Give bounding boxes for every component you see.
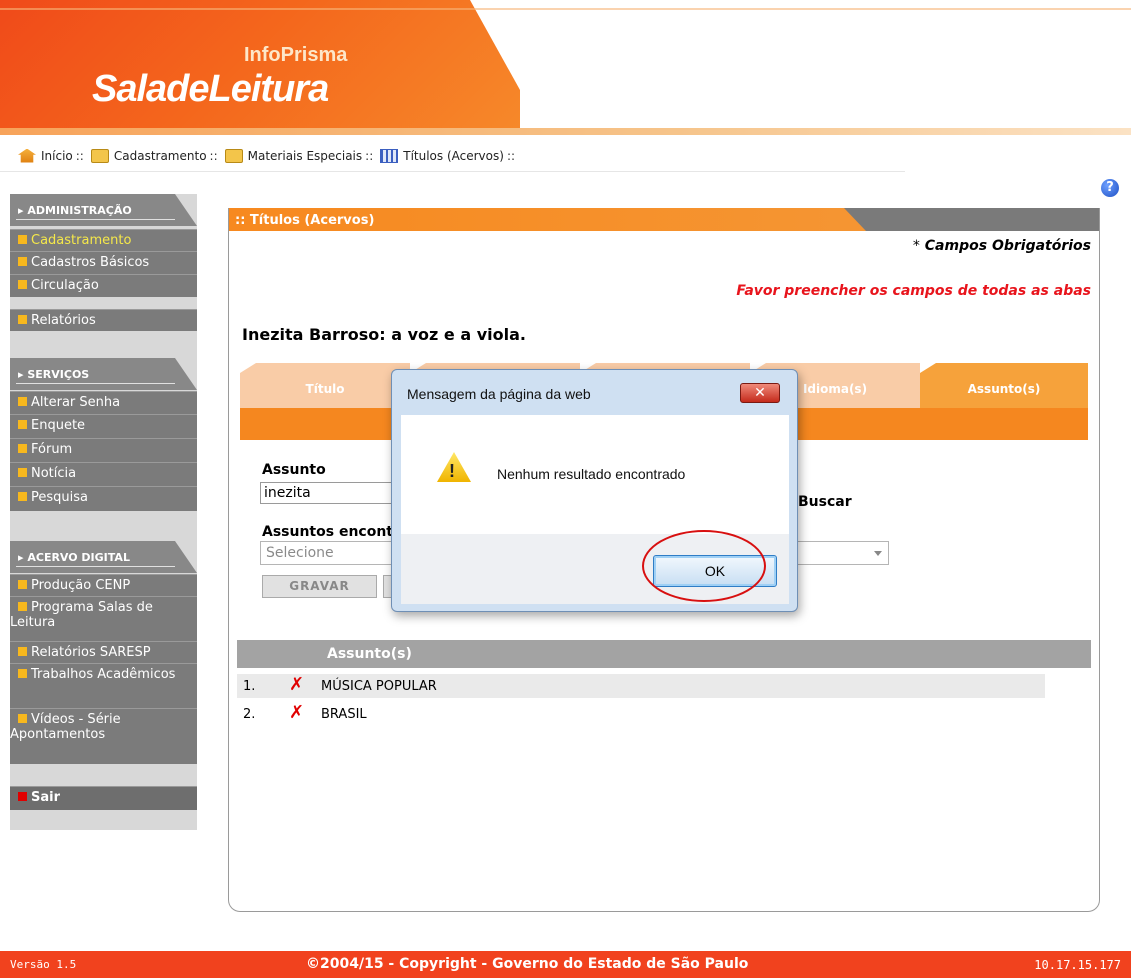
home-icon[interactable] xyxy=(18,148,36,163)
subjects-header: Assunto(s) xyxy=(237,640,1091,668)
sidebar-section-acervo-digital: ▸ ACERVO DIGITAL xyxy=(10,541,197,573)
breadcrumb-separator: :: xyxy=(75,148,84,163)
panel-title-text: :: Títulos (Acervos) xyxy=(235,213,375,228)
subject-name: BRASIL xyxy=(321,707,367,722)
sidebar-section-administracao: ▸ ADMINISTRAÇÃO xyxy=(10,194,197,226)
bullet-icon xyxy=(18,647,27,656)
subject-number: 1. xyxy=(243,679,256,694)
panel-title-accent xyxy=(844,208,1099,231)
tab-titulo[interactable]: Título xyxy=(240,363,410,408)
version-text: Versão 1.5 xyxy=(10,958,77,971)
found-label: Assuntos encontrados xyxy=(262,524,397,540)
breadcrumb-separator: :: xyxy=(209,148,218,163)
folder-icon xyxy=(224,148,243,163)
assunto-label: Assunto xyxy=(262,462,326,478)
bullet-icon xyxy=(18,714,27,723)
sidebar-item-cadastramento[interactable]: Cadastramento xyxy=(10,229,197,251)
warning-mark: ! xyxy=(449,461,455,481)
dialog-title: Mensagem da página da web xyxy=(407,386,591,402)
bullet-icon xyxy=(18,397,27,406)
bullet-icon xyxy=(18,602,27,611)
dialog-message: Nenhum resultado encontrado xyxy=(497,466,686,482)
breadcrumb-titulos[interactable]: Títulos (Acervos) xyxy=(403,149,504,163)
book-title: Inezita Barroso: a voz e a viola. xyxy=(242,325,526,344)
sidebar-item-noticia[interactable]: Notícia xyxy=(10,462,197,486)
gravar-button[interactable]: GRAVAR xyxy=(262,575,377,598)
sidebar-item-relatorios[interactable]: Relatórios xyxy=(10,309,197,331)
breadcrumb-separator: :: xyxy=(506,148,516,163)
bullet-icon xyxy=(18,444,27,453)
sidebar-item-videos[interactable]: Vídeos - Série Apontamentos xyxy=(10,708,197,764)
logout-button[interactable]: Sair xyxy=(10,786,197,810)
help-icon[interactable]: ? xyxy=(1101,179,1119,197)
sidebar-item-pesquisa[interactable]: Pesquisa xyxy=(10,486,197,511)
brand-logo: SaladeLeitura xyxy=(92,68,329,110)
sidebar-item-trabalhos-academicos[interactable]: Trabalhos Acadêmicos xyxy=(10,663,197,708)
breadcrumb-materiais[interactable]: Materiais Especiais xyxy=(248,149,363,163)
header-streak xyxy=(0,128,1131,135)
subject-name: MÚSICA POPULAR xyxy=(321,679,437,694)
copyright-text: ©2004/15 - Copyright - Governo do Estado… xyxy=(306,956,749,972)
folder-icon xyxy=(90,148,109,163)
bullet-icon xyxy=(18,580,27,589)
header-line xyxy=(0,8,1131,10)
bullet-icon xyxy=(18,792,27,801)
sidebar-section-servicos: ▸ SERVIÇOS xyxy=(10,358,197,390)
sidebar-item-programa-salas[interactable]: Programa Salas de Leitura xyxy=(10,596,197,641)
sidebar-item-enquete[interactable]: Enquete xyxy=(10,414,197,438)
bullet-icon xyxy=(18,468,27,477)
found-select[interactable]: Selecione xyxy=(260,541,400,565)
assunto-input[interactable]: inezita xyxy=(260,482,410,504)
sidebar: ▸ ADMINISTRAÇÃO Cadastramento Cadastros … xyxy=(10,194,197,830)
sidebar-item-cadastros-basicos[interactable]: Cadastros Básicos xyxy=(10,251,197,274)
subject-row: 1. ✗ MÚSICA POPULAR xyxy=(237,674,1045,698)
bullet-icon xyxy=(18,235,27,244)
chevron-down-icon xyxy=(874,551,882,556)
bullet-icon xyxy=(18,315,27,324)
found-select-dropdown[interactable] xyxy=(797,541,889,565)
breadcrumb-separator: :: xyxy=(365,148,374,163)
ip-text: 10.17.15.177 xyxy=(1034,958,1121,972)
subject-row: 2. ✗ BRASIL xyxy=(237,702,1045,726)
bullet-icon xyxy=(18,492,27,501)
site-header: InfoPrisma SaladeLeitura xyxy=(0,0,1131,135)
sidebar-item-producao-cenp[interactable]: Produção CENP xyxy=(10,574,197,596)
bullet-icon xyxy=(18,669,27,678)
bullet-icon xyxy=(18,420,27,429)
grid-icon xyxy=(380,148,399,163)
breadcrumb: Início :: Cadastramento :: Materiais Esp… xyxy=(0,140,905,172)
delete-icon[interactable]: ✗ xyxy=(289,702,304,723)
fill-all-note: Favor preencher os campos de todas as ab… xyxy=(736,283,1091,299)
buscar-button[interactable]: Buscar xyxy=(798,494,852,510)
footer: Versão 1.5 ©2004/15 - Copyright - Govern… xyxy=(0,951,1131,978)
bullet-icon xyxy=(18,280,27,289)
subject-number: 2. xyxy=(243,707,256,722)
required-note: * Campos Obrigatórios xyxy=(912,238,1091,254)
tab-assuntos[interactable]: Assunto(s) xyxy=(920,363,1088,408)
delete-icon[interactable]: ✗ xyxy=(289,674,304,695)
highlight-ring xyxy=(642,530,766,602)
brand-small: InfoPrisma xyxy=(244,44,348,66)
breadcrumb-inicio[interactable]: Início xyxy=(41,149,73,163)
sidebar-item-alterar-senha[interactable]: Alterar Senha xyxy=(10,391,197,414)
bullet-icon xyxy=(18,257,27,266)
sidebar-item-forum[interactable]: Fórum xyxy=(10,438,197,462)
sidebar-item-circulacao[interactable]: Circulação xyxy=(10,274,197,297)
sidebar-item-relatorios-saresp[interactable]: Relatórios SARESP xyxy=(10,641,197,663)
close-icon[interactable]: ✕ xyxy=(740,383,780,403)
breadcrumb-cadastramento[interactable]: Cadastramento xyxy=(114,149,207,163)
panel-title: :: Títulos (Acervos) xyxy=(229,208,1099,231)
